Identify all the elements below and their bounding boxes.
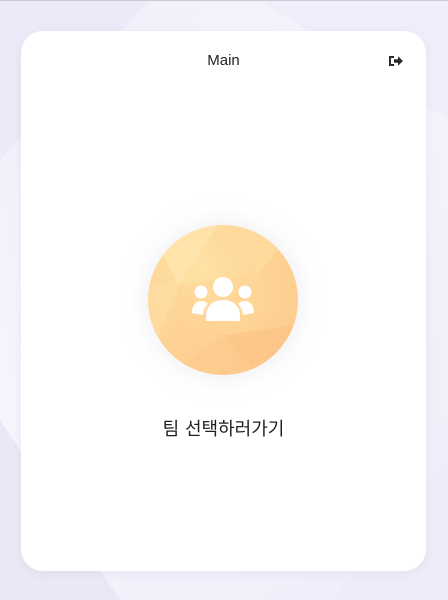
team-select-label[interactable]: 팀 선택하러가기 xyxy=(21,415,426,441)
top-border xyxy=(0,0,448,1)
users-icon xyxy=(192,277,254,321)
logout-button[interactable] xyxy=(388,53,404,69)
page-title: Main xyxy=(207,52,240,69)
team-select-button[interactable] xyxy=(148,225,298,375)
main-card: Main 팀 선택하러가기 xyxy=(21,31,426,571)
sign-out-icon xyxy=(389,56,403,66)
